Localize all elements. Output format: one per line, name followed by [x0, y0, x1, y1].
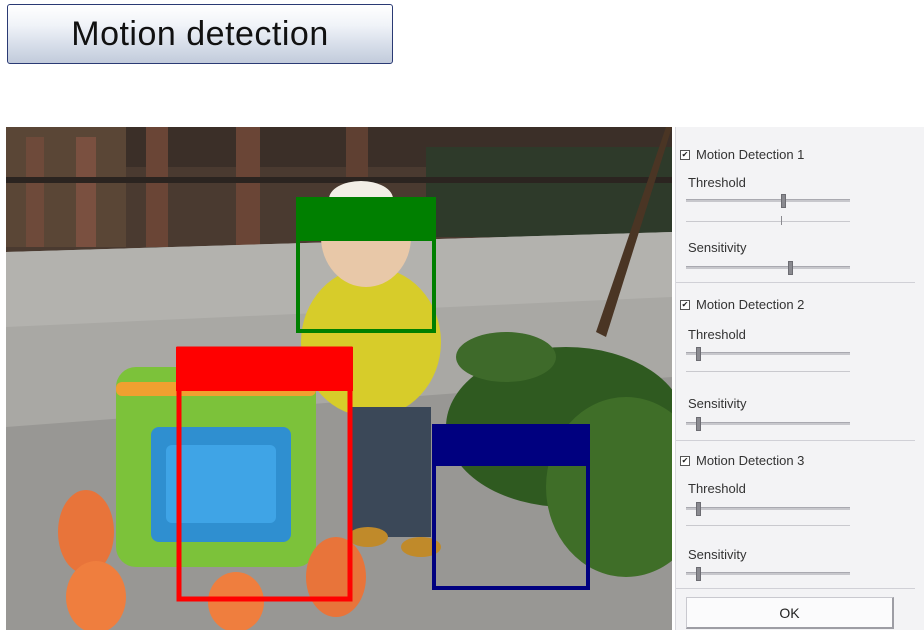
checkbox-check-icon: ✔ [680, 299, 690, 310]
ok-button[interactable]: OK [686, 597, 894, 629]
slider-thumb[interactable] [695, 347, 701, 361]
sensitivity-slider-2[interactable] [686, 417, 850, 431]
threshold-slider-1[interactable] [686, 194, 850, 208]
sensitivity-label: Sensitivity [688, 396, 747, 411]
sensitivity-slider-3[interactable] [686, 567, 850, 581]
motion-detection-2-label: Motion Detection 2 [696, 297, 805, 312]
threshold-slider-2[interactable] [686, 347, 850, 361]
region-2-header [176, 347, 353, 391]
motion-detection-1-label: Motion Detection 1 [696, 147, 805, 162]
region-1-header [296, 197, 436, 241]
checkbox-check-icon: ✔ [680, 455, 690, 466]
sensitivity-label: Sensitivity [688, 547, 747, 562]
threshold-label: Threshold [688, 175, 746, 190]
checkbox-check-icon: ✔ [680, 149, 690, 160]
threshold-label: Threshold [688, 481, 746, 496]
sensitivity-slider-1[interactable] [686, 261, 850, 275]
motion-detection-3-checkbox[interactable]: ✔ Motion Detection 3 [680, 453, 804, 468]
slider-thumb[interactable] [787, 261, 793, 275]
motion-group-2: ✔ Motion Detection 2 Threshold Sensitivi… [676, 285, 915, 441]
motion-settings-panel: ✔ Motion Detection 1 Threshold Sensitivi… [675, 127, 924, 630]
camera-video-view [6, 127, 672, 630]
motion-group-3: ✔ Motion Detection 3 Threshold Sensitivi… [676, 443, 915, 589]
sensitivity-label: Sensitivity [688, 240, 747, 255]
motion-detection-title-button[interactable]: Motion detection [7, 4, 393, 64]
motion-detection-1-checkbox[interactable]: ✔ Motion Detection 1 [680, 147, 804, 162]
motion-detection-3-label: Motion Detection 3 [696, 453, 805, 468]
level-tick [781, 216, 783, 225]
motion-detection-2-checkbox[interactable]: ✔ Motion Detection 2 [680, 297, 804, 312]
threshold-slider-3[interactable] [686, 502, 850, 516]
threshold-level-bar-2 [686, 371, 850, 372]
slider-thumb[interactable] [781, 194, 787, 208]
slider-thumb[interactable] [695, 417, 701, 431]
slider-thumb[interactable] [695, 567, 701, 581]
region-3-header [432, 424, 590, 466]
camera-scene [6, 127, 672, 630]
threshold-level-bar-1 [686, 216, 850, 225]
threshold-label: Threshold [688, 327, 746, 342]
slider-thumb[interactable] [695, 502, 701, 516]
threshold-level-bar-3 [686, 525, 850, 526]
motion-group-1: ✔ Motion Detection 1 Threshold Sensitivi… [676, 135, 915, 283]
